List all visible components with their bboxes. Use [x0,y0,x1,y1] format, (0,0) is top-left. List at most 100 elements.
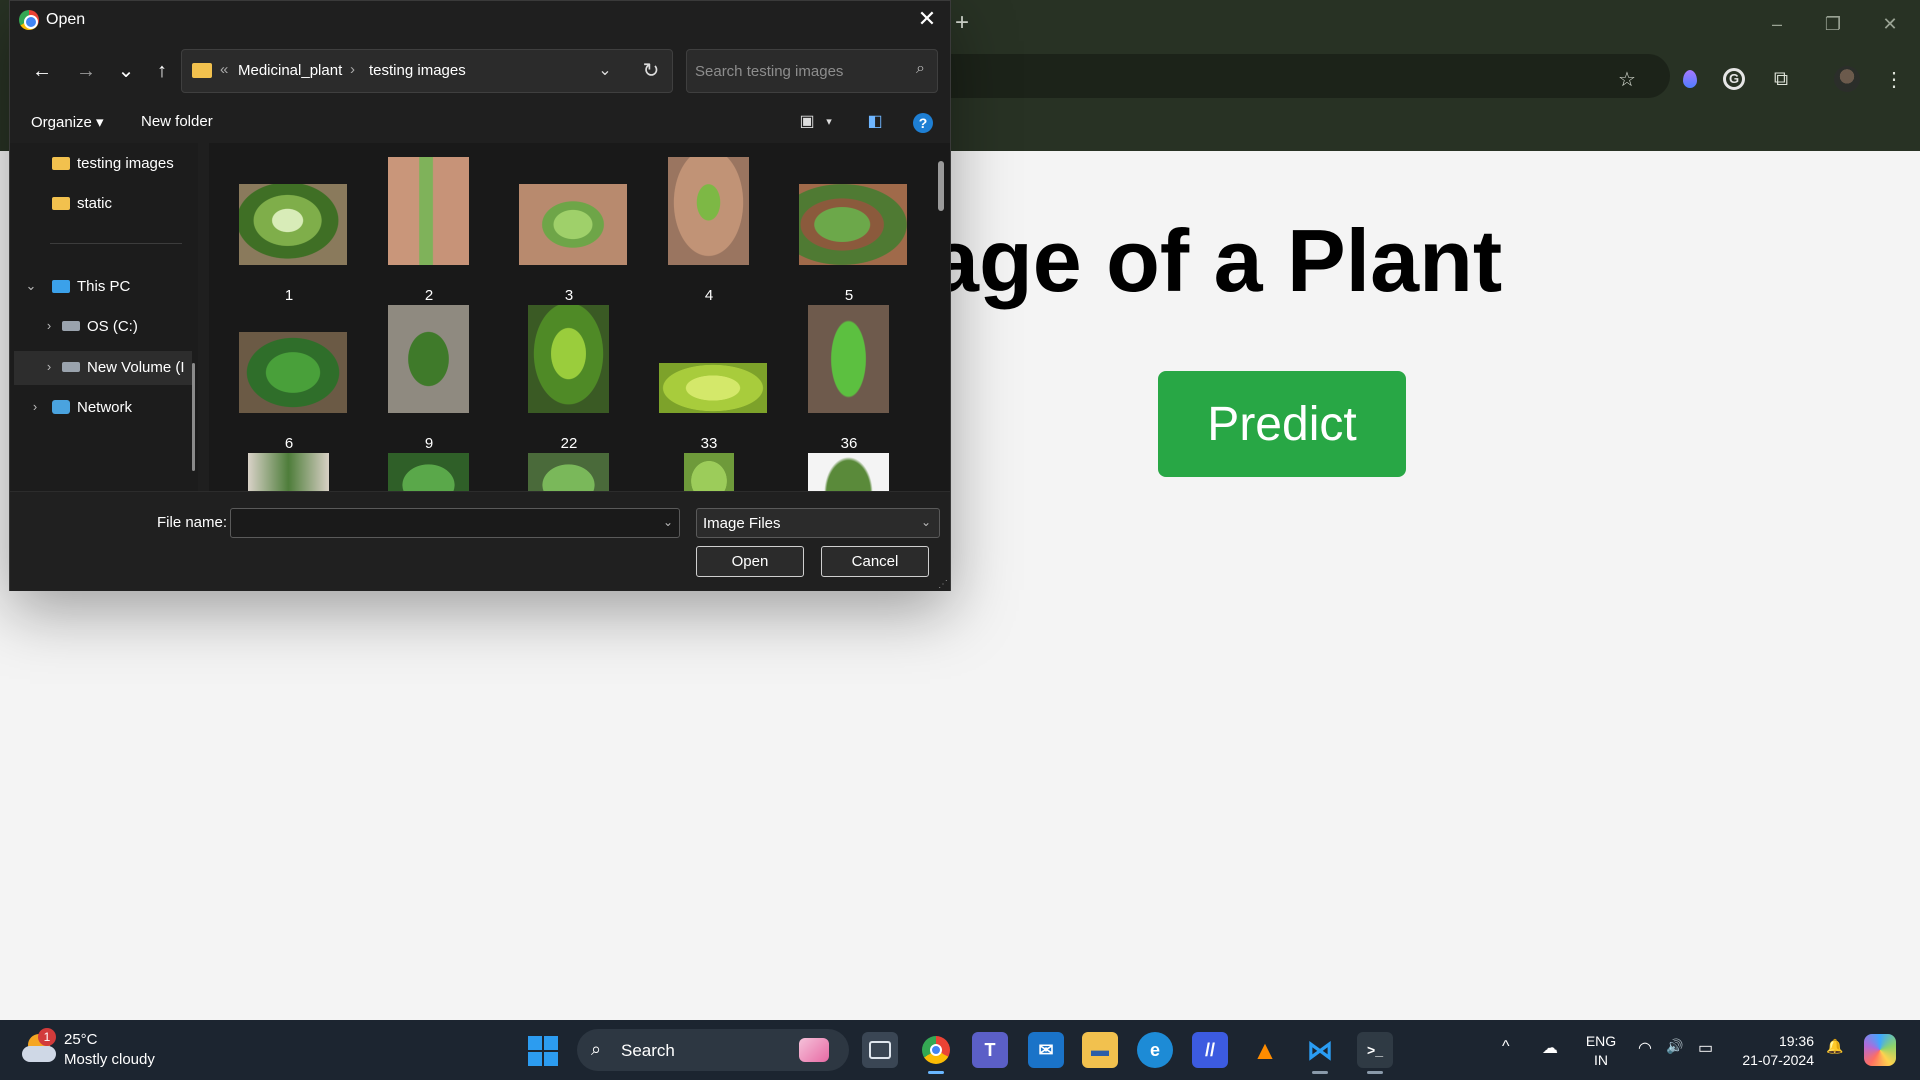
breadcrumb-medicinal-plant[interactable]: Medicinal_plant [238,62,342,79]
search-input[interactable] [695,60,895,82]
nav-item-new-volume-label[interactable]: New Volume (I [62,354,185,380]
up-button[interactable]: ↑ [148,57,176,85]
network-icon [52,400,70,414]
vscode-icon[interactable]: ⋈ [1302,1032,1338,1074]
open-indicator [1367,1071,1383,1074]
clock[interactable]: 19:36 21-07-2024 [1734,1032,1814,1070]
nav-item-static[interactable]: static [52,190,112,216]
address-dropdown-icon[interactable]: ⌄ [592,58,618,84]
vlc-icon[interactable]: ▲ [1247,1032,1283,1068]
restore-button[interactable]: ❐ [1821,12,1845,36]
file-item[interactable]: 4 [644,157,774,307]
file-type-select[interactable]: Image Files ⌄ [696,508,940,538]
file-name: 5 [844,287,854,304]
expand-network-icon[interactable]: › [28,400,42,414]
task-view-icon[interactable] [862,1032,898,1068]
dialog-close-button[interactable]: ✕ [912,5,942,35]
language-indicator[interactable]: ENG IN [1584,1032,1618,1070]
file-name-input[interactable] [237,514,657,534]
open-button[interactable]: Open [696,546,804,577]
preview-pane-icon[interactable]: ◧ [864,111,886,133]
thumbnail-image [519,184,627,265]
onedrive-icon[interactable]: ☁ [1542,1038,1558,1058]
address-bar[interactable] [930,54,1670,98]
view-options-icon[interactable]: ▾ [818,111,840,133]
nav-item-os-c[interactable]: OS (C:) [62,313,138,339]
more-icon[interactable]: ⋮ [1880,65,1908,93]
mail-icon[interactable]: ✉ [1028,1032,1064,1068]
file-name-combobox[interactable]: ⌄ [230,508,680,538]
volume-icon[interactable]: 🔊 [1666,1038,1683,1055]
forward-button[interactable]: → [72,57,100,85]
extension-flame-icon[interactable] [1676,65,1704,93]
profile-avatar[interactable] [1833,65,1861,93]
nav-item-this-pc[interactable]: This PC [52,273,130,299]
dialog-search-box[interactable]: ⌕ [686,49,938,93]
file-list-scrollbar[interactable] [938,161,944,211]
new-tab-button[interactable]: + [950,11,974,36]
nav-item-label: New Volume (I [87,358,185,376]
file-item[interactable]: 6 [224,305,354,455]
new-folder-button[interactable]: New folder [141,113,213,130]
cancel-button[interactable]: Cancel [821,546,929,577]
file-name: 36 [840,435,858,452]
nav-item-testing-images[interactable]: testing images [52,150,174,176]
windows-start-icon[interactable] [528,1036,558,1066]
overflow-chevron-icon[interactable]: « [220,61,228,78]
nav-scrollbar[interactable] [192,363,195,471]
file-type-value: Image Files [703,515,781,532]
store-icon[interactable]: // [1192,1032,1228,1068]
grammarly-icon[interactable]: G [1720,65,1748,93]
breadcrumb-separator-icon: › [350,61,355,78]
file-item[interactable]: 36 [784,305,914,455]
edge-icon[interactable]: e [1137,1032,1173,1068]
tray-overflow-icon[interactable]: ^ [1502,1038,1510,1056]
file-explorer-icon[interactable]: ▬ [1082,1032,1118,1068]
dialog-address-bar[interactable]: « Medicinal_plant › testing images ⌄ ↻ [181,49,673,93]
breadcrumb-testing-images[interactable]: testing images [369,62,466,79]
file-item[interactable]: 5 [784,157,914,307]
organize-button[interactable]: Organize ▾ [31,113,104,131]
active-indicator [928,1071,944,1074]
recent-locations-button[interactable]: ⌄ [112,57,140,85]
chevron-down-icon[interactable]: ⌄ [663,515,673,529]
file-item[interactable] [364,453,494,491]
file-item[interactable]: 33 [644,305,774,455]
file-item[interactable] [644,453,774,491]
file-item[interactable]: 2 [364,157,494,307]
file-item[interactable]: 1 [224,157,354,307]
puzzle-icon[interactable]: ⧉ [1767,65,1795,93]
thumbnail-image [799,184,907,265]
weather-description[interactable]: Mostly cloudy [64,1051,155,1068]
file-item[interactable] [504,453,634,491]
weather-temperature[interactable]: 25°C [64,1031,98,1048]
minimize-button[interactable]: – [1765,12,1789,36]
star-icon[interactable]: ☆ [1613,65,1641,93]
chrome-icon[interactable] [918,1032,954,1074]
expand-this-pc-icon[interactable]: ⌄ [24,279,38,293]
expand-os-c-icon[interactable]: › [42,319,56,333]
chevron-down-icon: ⌄ [920,515,931,529]
file-item[interactable] [224,453,354,491]
battery-icon[interactable]: ▭ [1698,1038,1713,1058]
file-item[interactable]: 9 [364,305,494,455]
wifi-icon[interactable]: ◠ [1638,1038,1652,1058]
expand-new-volume-icon[interactable]: › [42,360,56,374]
search-icon[interactable]: ⌕ [916,60,925,78]
teams-icon[interactable]: T [972,1032,1008,1068]
refresh-icon[interactable]: ↻ [637,58,665,84]
terminal-icon[interactable]: >_ [1357,1032,1393,1074]
view-icon[interactable]: ▣ [796,111,818,133]
close-window-button[interactable]: ✕ [1878,12,1902,36]
notification-bell-icon[interactable]: 🔔 [1826,1038,1843,1055]
copilot-icon[interactable] [1864,1034,1896,1066]
file-item[interactable]: 22 [504,305,634,455]
back-button[interactable]: ← [28,57,56,85]
file-item[interactable]: 3 [504,157,634,307]
file-item[interactable] [784,453,914,491]
resize-grip-icon[interactable]: ⋰ [938,579,948,590]
help-icon[interactable]: ? [913,113,933,133]
predict-button[interactable]: Predict [1158,371,1406,477]
taskbar-search[interactable]: ⌕ Search [577,1029,849,1071]
nav-item-network[interactable]: Network [52,394,132,420]
